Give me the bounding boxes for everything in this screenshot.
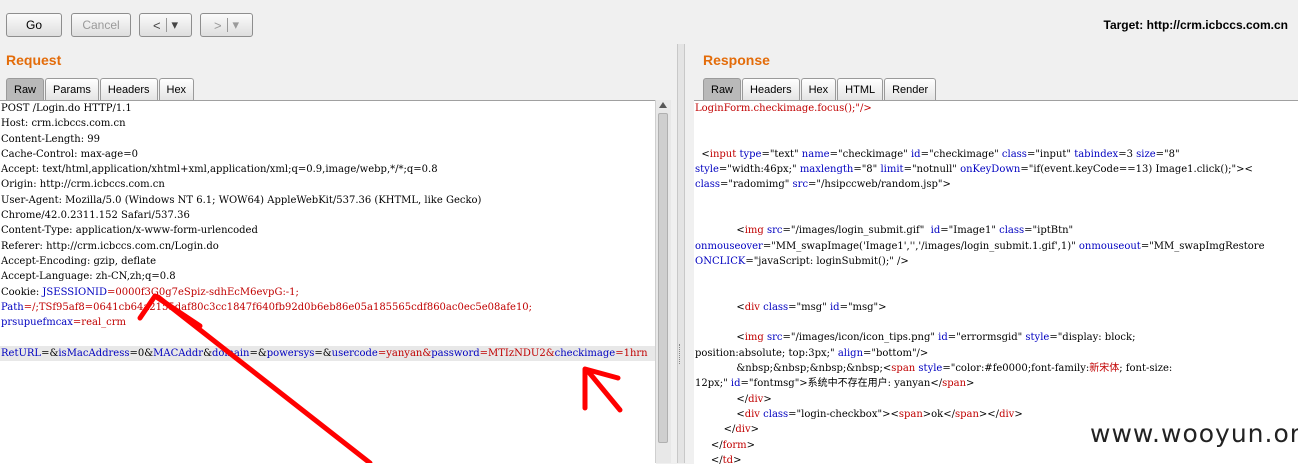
annotation-arrows (137, 293, 623, 463)
arrow-checkimage-icon (582, 366, 623, 413)
arrow-cookie-icon (137, 293, 373, 463)
watermark: www.wooyun.org (1090, 419, 1298, 448)
